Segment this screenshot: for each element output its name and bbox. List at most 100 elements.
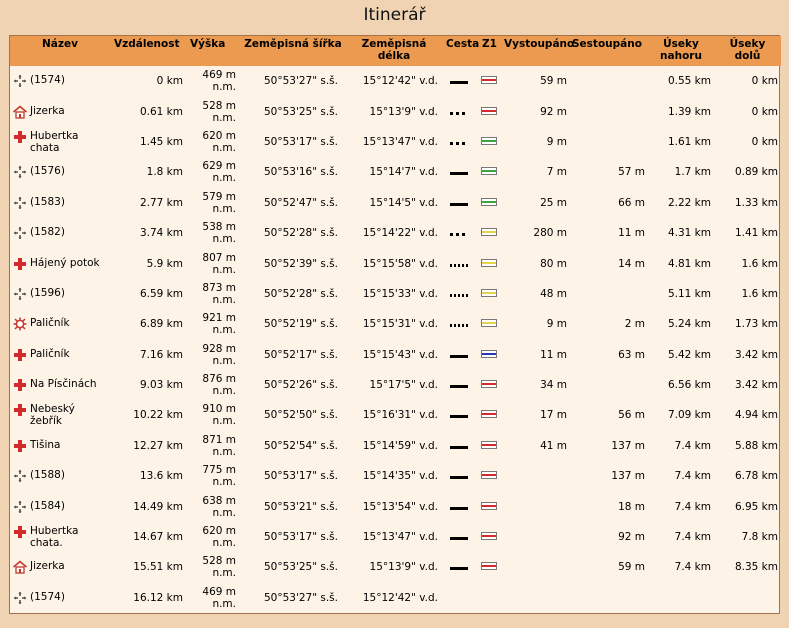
cell-z1 bbox=[480, 218, 502, 248]
cell-distance: 0.61 km bbox=[139, 105, 183, 118]
col-header-way[interactable]: Cesta bbox=[444, 36, 480, 66]
col-header-z1[interactable]: Z1 bbox=[480, 36, 502, 66]
table-row[interactable]: Paličník 7.16 km 928 m n.m. 50°52'17" s.š. 1… bbox=[10, 340, 781, 370]
cell-descended: 14 m bbox=[618, 257, 645, 270]
waypoint-link[interactable]: (1582) bbox=[30, 226, 65, 238]
trail-marker-icon bbox=[481, 532, 497, 541]
cell-segments-up: 4.31 km bbox=[667, 227, 711, 240]
trail-marker-icon bbox=[481, 410, 497, 419]
way-type-line-icon bbox=[450, 354, 468, 358]
waypoint-link[interactable]: Paličník bbox=[30, 348, 70, 360]
cell-distance: 7.16 km bbox=[139, 348, 183, 361]
col-header-latitude[interactable]: Zeměpisná šířka bbox=[242, 36, 344, 66]
waypoint-link[interactable]: Hájený potok bbox=[30, 257, 100, 269]
col-header-name[interactable]: Název bbox=[10, 36, 110, 66]
cell-name: (1576) bbox=[10, 157, 110, 187]
table-row[interactable]: (1574) 16.12 km 469 m n.m. 50°53'27" s.š. 15… bbox=[10, 583, 781, 613]
col-header-ascended[interactable]: Vystoupáno bbox=[502, 36, 574, 66]
cell-z1 bbox=[480, 552, 502, 582]
waypoint-link[interactable]: Hubertka chata. bbox=[30, 525, 108, 549]
red-cross-icon bbox=[12, 439, 28, 453]
waypoint-link[interactable]: (1574) bbox=[30, 74, 65, 86]
cell-altitude: 873 m n.m. bbox=[202, 281, 236, 306]
cell-altitude: 579 m n.m. bbox=[202, 190, 236, 215]
table-row[interactable]: (1584) 14.49 km 638 m n.m. 50°53'21" s.š. 15… bbox=[10, 491, 781, 521]
cell-z1 bbox=[480, 96, 502, 126]
cell-distance: 14.49 km bbox=[133, 500, 183, 513]
cell-z1 bbox=[480, 157, 502, 187]
waypoint-link[interactable]: Hubertka chata bbox=[30, 130, 108, 154]
cell-latitude: 50°52'26" s.š. bbox=[263, 379, 338, 392]
waypoint-link[interactable]: (1584) bbox=[30, 500, 65, 512]
cell-descended: 63 m bbox=[618, 348, 645, 361]
trail-marker-icon bbox=[481, 136, 497, 145]
trail-marker-icon bbox=[481, 167, 497, 176]
cell-name: (1584) bbox=[10, 491, 110, 521]
crossroad-icon bbox=[12, 226, 28, 240]
cell-distance: 13.6 km bbox=[139, 470, 183, 483]
cell-ascended bbox=[502, 552, 570, 582]
table-row[interactable]: (1574) 0 km 469 m n.m. 50°53'27" s.š. 15°12'… bbox=[10, 66, 781, 96]
cell-segments-up: 1.39 km bbox=[667, 105, 711, 118]
waypoint-link[interactable]: Nebeský žebřík bbox=[30, 403, 108, 427]
cell-segments-down: 4.94 km bbox=[734, 409, 778, 422]
table-row[interactable]: (1596) 6.59 km 873 m n.m. 50°52'28" s.š. 15°… bbox=[10, 279, 781, 309]
cell-altitude: 921 m n.m. bbox=[202, 312, 236, 337]
cell-name: (1588) bbox=[10, 461, 110, 491]
table-row[interactable]: Hubertka chata 1.45 km 620 m n.m. 50°53'17"… bbox=[10, 127, 781, 157]
cell-longitude: 15°14'35" v.d. bbox=[362, 470, 438, 483]
waypoint-link[interactable]: (1588) bbox=[30, 469, 65, 481]
table-row[interactable]: (1583) 2.77 km 579 m n.m. 50°52'47" s.š. 15°… bbox=[10, 188, 781, 218]
col-header-segments-down[interactable]: Úseky dolů bbox=[714, 36, 781, 66]
table-row[interactable]: (1582) 3.74 km 538 m n.m. 50°52'28" s.š. 15°… bbox=[10, 218, 781, 248]
cell-distance: 1.8 km bbox=[146, 166, 183, 179]
col-header-altitude[interactable]: Výška bbox=[186, 36, 242, 66]
waypoint-link[interactable]: Paličník bbox=[30, 317, 70, 329]
cell-segments-up: 5.11 km bbox=[667, 287, 711, 300]
cell-latitude: 50°52'17" s.š. bbox=[263, 348, 338, 361]
cell-name: (1596) bbox=[10, 279, 110, 309]
cell-way bbox=[444, 461, 480, 491]
waypoint-link[interactable]: (1583) bbox=[30, 196, 65, 208]
waypoint-link[interactable]: Tišina bbox=[30, 439, 61, 451]
cell-ascended bbox=[502, 491, 570, 521]
cell-name: Nebeský žebřík bbox=[10, 400, 110, 430]
waypoint-link[interactable]: (1596) bbox=[30, 287, 65, 299]
table-row[interactable]: Hájený potok 5.9 km 807 m n.m. 50°52'39" s.… bbox=[10, 248, 781, 278]
col-header-descended[interactable]: Sestoupáno bbox=[570, 36, 648, 66]
col-header-longitude[interactable]: Zeměpisná délka bbox=[344, 36, 444, 66]
col-header-distance[interactable]: Vzdálenost bbox=[110, 36, 186, 66]
cell-descended bbox=[570, 127, 648, 157]
cell-segments-up: 7.4 km bbox=[674, 470, 711, 483]
table-row[interactable]: Nebeský žebřík 10.22 km 910 m n.m. 50°52'50… bbox=[10, 400, 781, 430]
cell-longitude: 15°15'33" v.d. bbox=[362, 287, 438, 300]
cell-latitude: 50°53'17" s.š. bbox=[263, 470, 338, 483]
waypoint-link[interactable]: Na Písčinách bbox=[30, 378, 97, 390]
crossroad-icon bbox=[12, 500, 28, 514]
cell-descended bbox=[570, 279, 648, 309]
itinerary-rows: (1574) 0 km 469 m n.m. 50°53'27" s.š. 15°12'… bbox=[10, 66, 781, 613]
cell-segments-up: 7.4 km bbox=[674, 500, 711, 513]
col-header-segments-up[interactable]: Úseky nahoru bbox=[648, 36, 714, 66]
cell-distance: 1.45 km bbox=[139, 135, 183, 148]
cell-way bbox=[444, 279, 480, 309]
waypoint-link[interactable]: Jizerka bbox=[30, 560, 65, 572]
waypoint-link[interactable]: Jizerka bbox=[30, 105, 65, 117]
table-row[interactable]: Tišina 12.27 km 871 m n.m. 50°52'54" s.š. 15… bbox=[10, 431, 781, 461]
table-row[interactable]: Na Písčinách 9.03 km 876 m n.m. 50°52'26" s… bbox=[10, 370, 781, 400]
waypoint-link[interactable]: (1576) bbox=[30, 165, 65, 177]
cell-way bbox=[444, 552, 480, 582]
table-row[interactable]: Jizerka 15.51 km 528 m n.m. 50°53'25" s.š. 1… bbox=[10, 552, 781, 582]
table-row[interactable]: Hubertka chata. 14.67 km 620 m n.m. 50°53'1… bbox=[10, 522, 781, 552]
cell-way bbox=[444, 188, 480, 218]
table-row[interactable]: Jizerka 0.61 km 528 m n.m. 50°53'25" s.š. 15… bbox=[10, 96, 781, 126]
table-row[interactable]: (1576) 1.8 km 629 m n.m. 50°53'16" s.š. 15°1… bbox=[10, 157, 781, 187]
way-type-line-icon bbox=[450, 233, 468, 237]
cell-segments-down: 0.89 km bbox=[734, 166, 778, 179]
cell-segments-down: 0 km bbox=[751, 75, 778, 88]
table-row[interactable]: (1588) 13.6 km 775 m n.m. 50°53'17" s.š. 15°… bbox=[10, 461, 781, 491]
table-row[interactable]: Paličník 6.89 km 921 m n.m. 50°52'19" s.š. 1… bbox=[10, 309, 781, 339]
cell-longitude: 15°14'59" v.d. bbox=[362, 439, 438, 452]
waypoint-link[interactable]: (1574) bbox=[30, 591, 65, 603]
cell-name: Hájený potok bbox=[10, 248, 110, 278]
